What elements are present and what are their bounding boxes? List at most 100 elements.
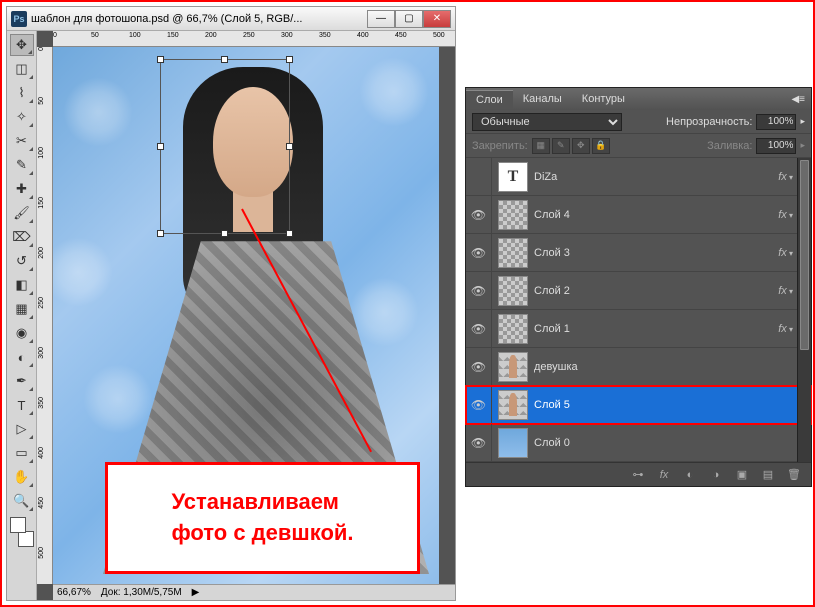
layer-fx-indicator[interactable]: fx bbox=[778, 323, 793, 335]
panel-footer: ⊶ fx ◐ ◑ ▣ ▤ 🗑 bbox=[466, 462, 811, 486]
layer-visibility-toggle[interactable] bbox=[466, 158, 492, 195]
layer-fx-indicator[interactable]: fx bbox=[778, 209, 793, 221]
layer-row[interactable]: Слой 3 fx bbox=[466, 234, 811, 272]
zoom-level[interactable]: 66,67% bbox=[57, 587, 91, 598]
tab-layers[interactable]: Слои bbox=[466, 90, 513, 109]
transform-handle-ml[interactable] bbox=[157, 143, 164, 150]
transform-handle-bm[interactable] bbox=[221, 230, 228, 237]
panel-tab-bar: Слои Каналы Контуры ◀≡ bbox=[466, 88, 811, 110]
layer-thumbnail[interactable] bbox=[498, 200, 528, 230]
tool-lasso[interactable]: ⌇ bbox=[10, 82, 34, 104]
minimize-button[interactable]: — bbox=[367, 10, 395, 28]
blend-mode-select[interactable]: Обычные bbox=[472, 113, 622, 131]
lock-pixels-icon[interactable]: ✎ bbox=[552, 138, 570, 154]
layer-thumbnail[interactable] bbox=[498, 390, 528, 420]
layer-row[interactable]: Слой 5 bbox=[466, 386, 811, 424]
transform-handle-tm[interactable] bbox=[221, 56, 228, 63]
tool-wand[interactable]: ✧ bbox=[10, 106, 34, 128]
layer-thumbnail[interactable] bbox=[498, 238, 528, 268]
layer-fx-icon[interactable]: fx bbox=[655, 467, 673, 483]
new-layer-icon[interactable]: ▤ bbox=[759, 467, 777, 483]
layer-name[interactable]: Слой 0 bbox=[534, 437, 570, 449]
color-swatches[interactable] bbox=[10, 517, 34, 547]
tool-history-brush[interactable]: ↺ bbox=[10, 250, 34, 272]
layer-thumbnail[interactable] bbox=[498, 428, 528, 458]
layer-visibility-toggle[interactable] bbox=[466, 272, 492, 309]
layers-scrollbar[interactable] bbox=[797, 158, 811, 462]
layer-row[interactable]: Слой 2 fx bbox=[466, 272, 811, 310]
layer-thumbnail[interactable] bbox=[498, 276, 528, 306]
layers-panel: Слои Каналы Контуры ◀≡ Обычные Непрозрач… bbox=[465, 87, 812, 487]
tool-stamp[interactable]: ⌦ bbox=[10, 226, 34, 248]
tool-gradient[interactable]: ▦ bbox=[10, 298, 34, 320]
layer-mask-icon[interactable]: ◐ bbox=[681, 467, 699, 483]
tool-shape[interactable]: ▭ bbox=[10, 442, 34, 464]
layer-row[interactable]: Слой 4 fx bbox=[466, 196, 811, 234]
layer-visibility-toggle[interactable] bbox=[466, 196, 492, 233]
layer-thumbnail[interactable] bbox=[498, 352, 528, 382]
free-transform-bounds[interactable] bbox=[160, 59, 290, 234]
panel-menu-icon[interactable]: ◀≡ bbox=[785, 94, 811, 105]
link-layers-icon[interactable]: ⊶ bbox=[629, 467, 647, 483]
tool-dodge[interactable]: ◐ bbox=[10, 346, 34, 368]
maximize-button[interactable]: ▢ bbox=[395, 10, 423, 28]
tool-healing[interactable]: ✚ bbox=[10, 178, 34, 200]
titlebar[interactable]: Ps шаблон для фотошопа.psd @ 66,7% (Слой… bbox=[7, 7, 455, 31]
tool-hand[interactable]: ✋ bbox=[10, 466, 34, 488]
layer-name[interactable]: девушка bbox=[534, 361, 578, 373]
tool-type[interactable]: T bbox=[10, 394, 34, 416]
layer-name[interactable]: DiZa bbox=[534, 171, 557, 183]
adjustment-layer-icon[interactable]: ◑ bbox=[707, 467, 725, 483]
layer-visibility-toggle[interactable] bbox=[466, 234, 492, 271]
statusbar-arrow-icon[interactable]: ▶ bbox=[192, 587, 200, 598]
transform-handle-br[interactable] bbox=[286, 230, 293, 237]
fill-stepper-icon[interactable]: ▸ bbox=[800, 140, 805, 151]
transform-handle-tr[interactable] bbox=[286, 56, 293, 63]
layer-name[interactable]: Слой 4 bbox=[534, 209, 570, 221]
transform-handle-bl[interactable] bbox=[157, 230, 164, 237]
tool-eraser[interactable]: ◧ bbox=[10, 274, 34, 296]
opacity-input[interactable] bbox=[756, 114, 796, 130]
close-button[interactable]: ✕ bbox=[423, 10, 451, 28]
tool-pen[interactable]: ✒ bbox=[10, 370, 34, 392]
layer-group-icon[interactable]: ▣ bbox=[733, 467, 751, 483]
layer-name[interactable]: Слой 1 bbox=[534, 323, 570, 335]
transform-handle-tl[interactable] bbox=[157, 56, 164, 63]
layer-row[interactable]: T DiZa fx bbox=[466, 158, 811, 196]
tool-move[interactable]: ✥ bbox=[10, 34, 34, 56]
transform-handle-mr[interactable] bbox=[286, 143, 293, 150]
tool-path-select[interactable]: ▷ bbox=[10, 418, 34, 440]
layer-row[interactable]: Слой 1 fx bbox=[466, 310, 811, 348]
tool-brush[interactable]: 🖌 bbox=[10, 202, 34, 224]
layer-fx-indicator[interactable]: fx bbox=[778, 285, 793, 297]
layer-fx-indicator[interactable]: fx bbox=[778, 171, 793, 183]
layer-thumbnail[interactable] bbox=[498, 314, 528, 344]
layer-name[interactable]: Слой 2 bbox=[534, 285, 570, 297]
tool-zoom[interactable]: 🔍 bbox=[10, 490, 34, 512]
layer-visibility-toggle[interactable] bbox=[466, 424, 492, 461]
tool-marquee[interactable]: ◫ bbox=[10, 58, 34, 80]
layer-row[interactable]: Слой 0 bbox=[466, 424, 811, 462]
layer-name[interactable]: Слой 5 bbox=[534, 399, 570, 411]
lock-transparency-icon[interactable]: ▦ bbox=[532, 138, 550, 154]
layer-name[interactable]: Слой 3 bbox=[534, 247, 570, 259]
tool-crop[interactable]: ✂ bbox=[10, 130, 34, 152]
layer-row[interactable]: девушка bbox=[466, 348, 811, 386]
opacity-stepper-icon[interactable]: ▸ bbox=[800, 116, 805, 127]
status-bar: 66,67% Док: 1,30M/5,75M ▶ bbox=[53, 584, 455, 600]
lock-position-icon[interactable]: ✥ bbox=[572, 138, 590, 154]
layer-visibility-toggle[interactable] bbox=[466, 310, 492, 347]
layer-visibility-toggle[interactable] bbox=[466, 348, 492, 385]
lock-all-icon[interactable]: 🔒 bbox=[592, 138, 610, 154]
fill-input[interactable] bbox=[756, 138, 796, 154]
layer-fx-indicator[interactable]: fx bbox=[778, 247, 793, 259]
tab-channels[interactable]: Каналы bbox=[513, 90, 572, 108]
tool-eyedropper[interactable]: ✎ bbox=[10, 154, 34, 176]
delete-layer-icon[interactable]: 🗑 bbox=[785, 467, 803, 483]
layer-visibility-toggle[interactable] bbox=[466, 386, 492, 423]
layer-thumbnail[interactable]: T bbox=[498, 162, 528, 192]
annotation-callout: Устанавливаем фото с девшкой. bbox=[105, 462, 420, 574]
canvas[interactable]: Устанавливаем фото с девшкой. bbox=[53, 47, 439, 584]
tab-paths[interactable]: Контуры bbox=[572, 90, 635, 108]
tool-blur[interactable]: ◉ bbox=[10, 322, 34, 344]
